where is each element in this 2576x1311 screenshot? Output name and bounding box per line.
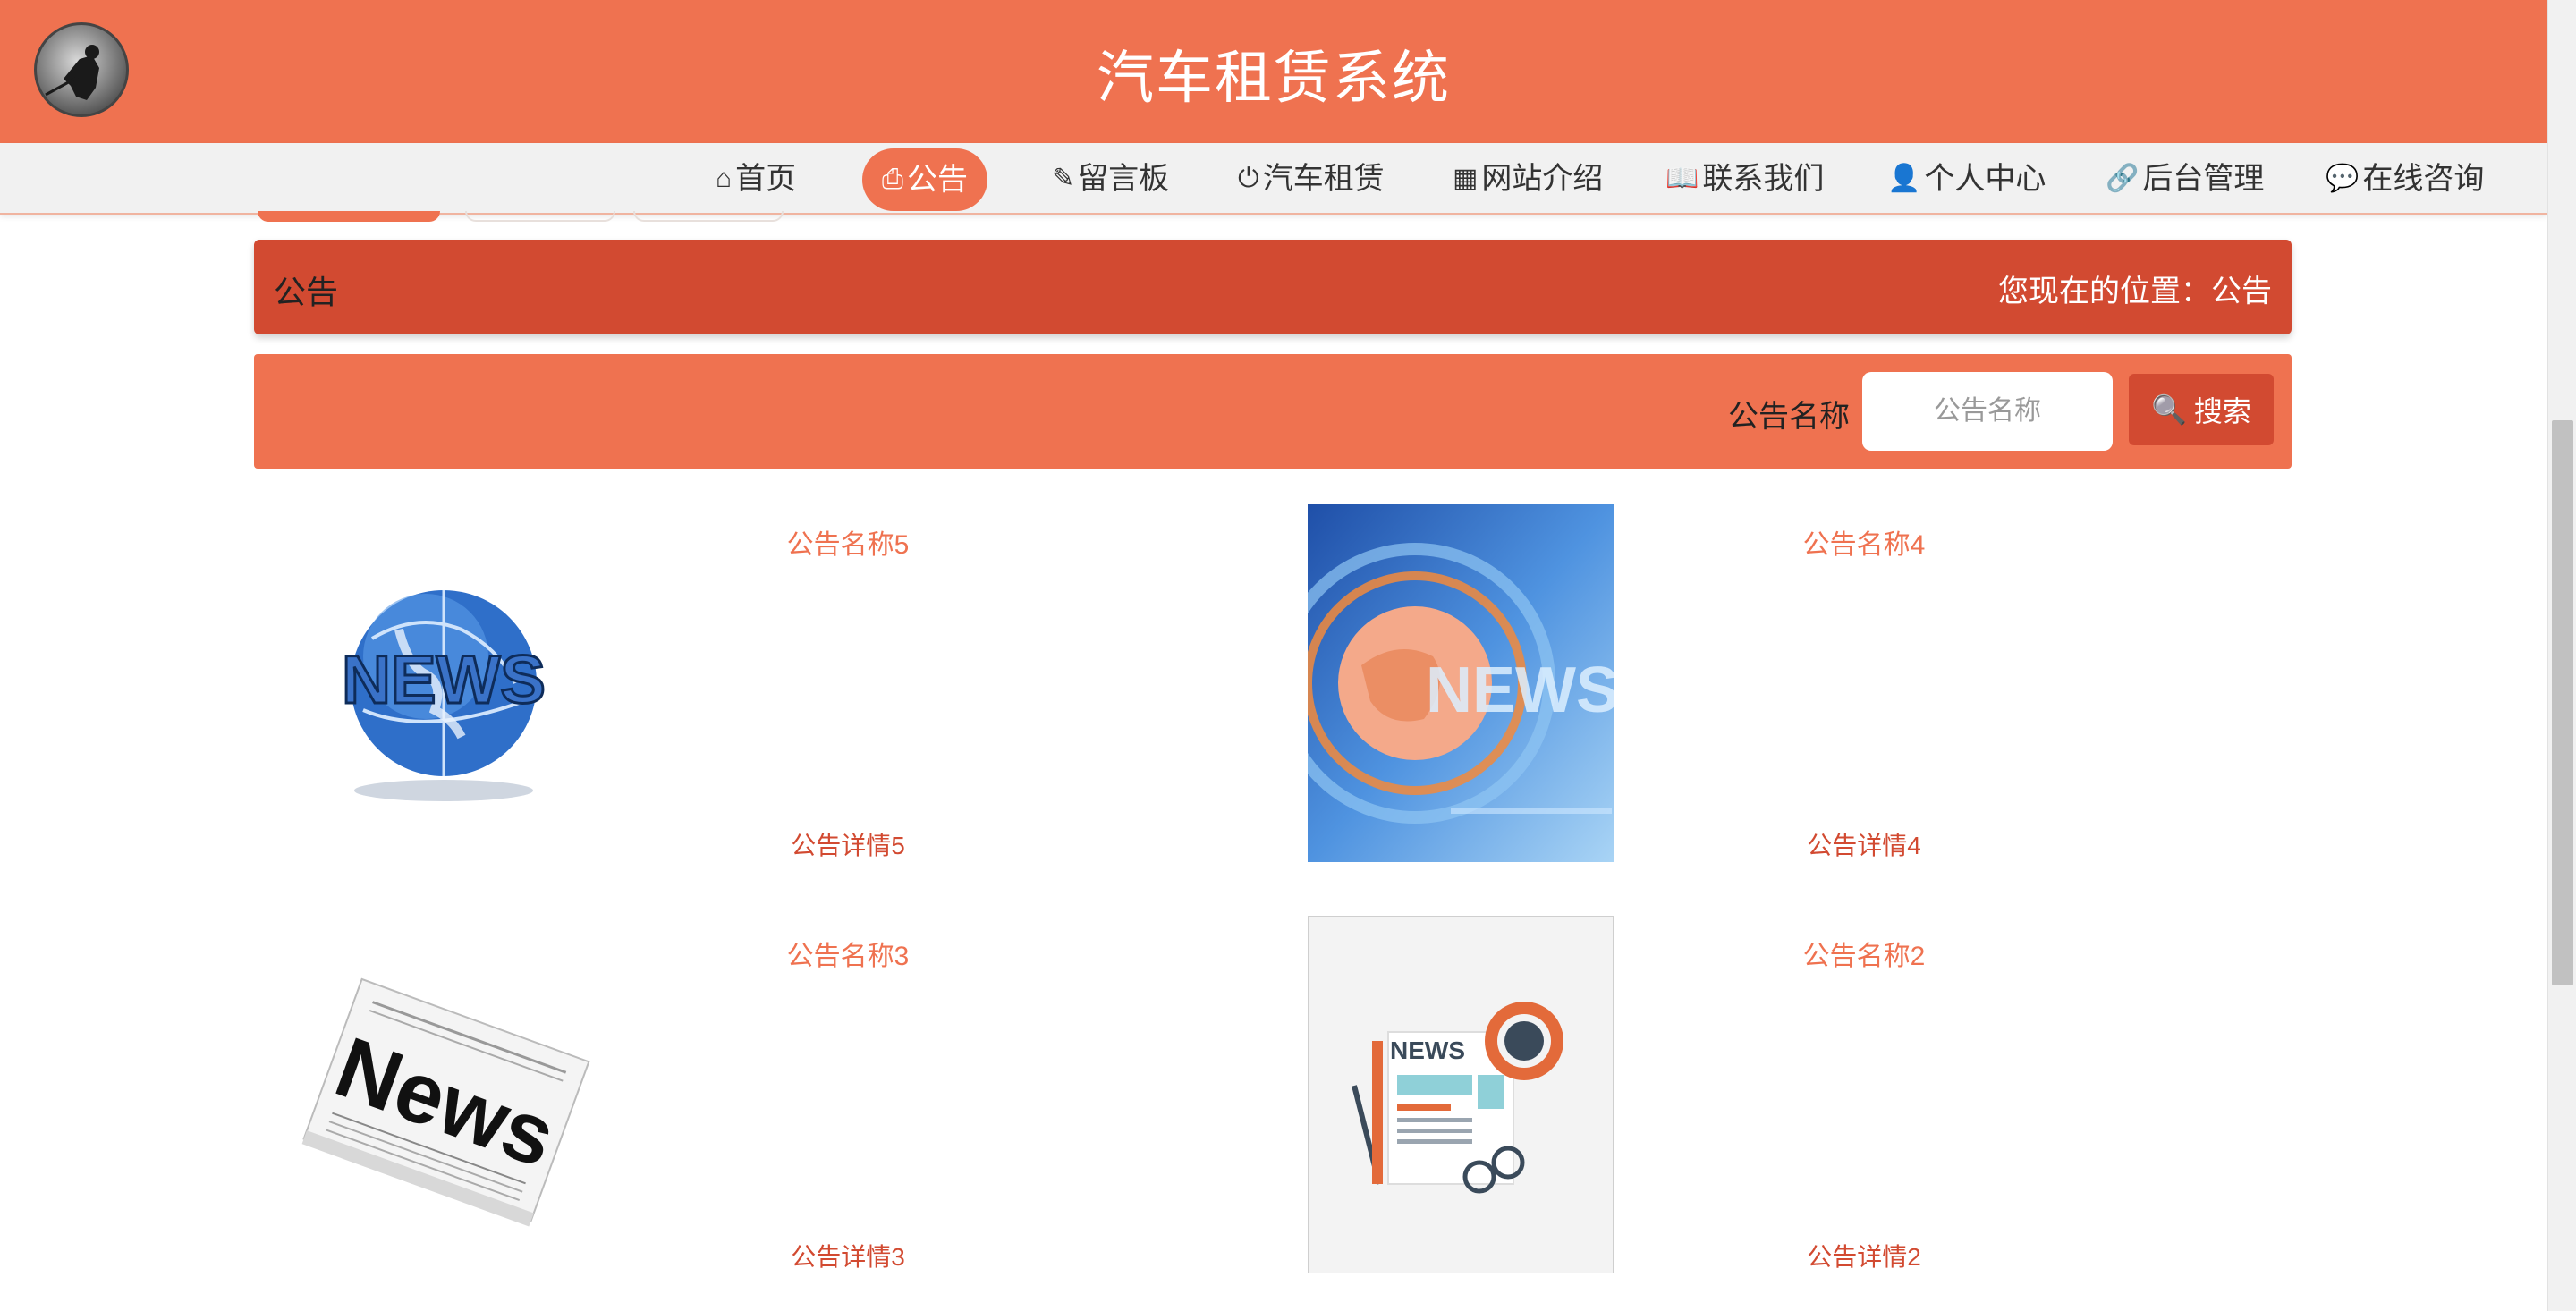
nav-item-label: 个人中心 bbox=[1924, 162, 2046, 196]
search-button-label: 搜索 bbox=[2193, 395, 2251, 427]
notice-thumbnail[interactable]: News bbox=[292, 916, 597, 1273]
tab-pill bbox=[258, 211, 440, 222]
site-title: 汽车租赁系统 bbox=[1097, 46, 1451, 110]
notice-name[interactable]: 公告名称2 bbox=[1614, 934, 2114, 973]
scroll-thumb[interactable] bbox=[2552, 420, 2573, 985]
notice-card[interactable]: NEWS 公告名称2 公告详情2 bbox=[1307, 915, 2327, 1274]
svg-text:NEWS: NEWS bbox=[1426, 655, 1614, 726]
notice-detail[interactable]: 公告详情3 bbox=[597, 1238, 1098, 1273]
grid-icon: ▦ bbox=[1453, 164, 1479, 193]
chat-icon: 💬 bbox=[2326, 164, 2360, 193]
search-input[interactable] bbox=[1862, 372, 2113, 451]
link-icon: 🔗 bbox=[2106, 164, 2140, 193]
notice-card[interactable]: NEWS 公告名称5 公告详情5 bbox=[292, 504, 1311, 862]
nav-item-car-rental[interactable]: ⏻ 汽车租赁 bbox=[1238, 143, 1385, 215]
power-icon: ⏻ bbox=[1238, 164, 1259, 193]
nav-item-label: 联系我们 bbox=[1702, 162, 1825, 196]
notice-name[interactable]: 公告名称4 bbox=[1614, 522, 2114, 562]
notice-name[interactable]: 公告名称5 bbox=[597, 522, 1098, 562]
notice-card[interactable]: News 公告名称3 公告详情3 bbox=[292, 916, 1311, 1273]
nav-item-label: 在线咨询 bbox=[2362, 162, 2485, 196]
nav-item-label: 留言板 bbox=[1078, 162, 1170, 196]
nav-item-message-board[interactable]: ✎ 留言板 bbox=[1052, 143, 1169, 215]
nav-item-online-consult[interactable]: 💬 在线咨询 bbox=[2326, 143, 2484, 215]
nav-item-admin[interactable]: 🔗 后台管理 bbox=[2106, 143, 2264, 215]
notice-thumbnail[interactable]: NEWS bbox=[292, 504, 597, 862]
home-icon: ⌂ bbox=[716, 164, 733, 193]
nav-item-personal-center[interactable]: 👤 个人中心 bbox=[1887, 143, 2046, 215]
page-scrollbar[interactable] bbox=[2547, 0, 2576, 1311]
tab-pill bbox=[465, 211, 615, 222]
notice-card[interactable]: NEWS 公告名称4 公告详情4 bbox=[1275, 504, 2327, 862]
notice-detail[interactable]: 公告详情4 bbox=[1614, 826, 2114, 862]
nav-item-label: 汽车租赁 bbox=[1262, 162, 1385, 196]
search-label: 公告名称 bbox=[1728, 400, 1850, 434]
search-button[interactable]: 🔍 搜索 bbox=[2129, 374, 2274, 445]
user-icon: 👤 bbox=[1887, 164, 1921, 193]
notice-thumbnail[interactable]: NEWS bbox=[1307, 915, 1614, 1274]
main-nav: ⌂ 首页 ⎙ 公告 ✎ 留言板 ⏻ 汽车租赁 ▦ 网站介绍 📖 联系我们 👤 个… bbox=[0, 143, 2547, 215]
notice-detail[interactable]: 公告详情5 bbox=[597, 826, 1098, 862]
edit-icon: ✎ bbox=[1052, 164, 1075, 193]
nav-item-label: 网站介绍 bbox=[1481, 162, 1604, 196]
nav-item-notice[interactable]: ⎙ 公告 bbox=[862, 148, 987, 211]
printer-icon: ⎙ bbox=[882, 165, 903, 194]
notice-thumbnail[interactable]: NEWS bbox=[1275, 504, 1619, 862]
nav-item-label: 公告 bbox=[907, 163, 968, 197]
nav-item-label: 首页 bbox=[735, 162, 797, 196]
svg-text:NEWS: NEWS bbox=[342, 642, 546, 718]
nav-item-label: 后台管理 bbox=[2142, 162, 2265, 196]
book-icon: 📖 bbox=[1665, 164, 1699, 193]
nav-item-contact[interactable]: 📖 联系我们 bbox=[1665, 143, 1824, 215]
search-icon: 🔍 bbox=[2151, 393, 2187, 426]
page-title: 公告 bbox=[274, 274, 339, 310]
search-bar: 公告名称 🔍 搜索 bbox=[254, 354, 2292, 469]
notice-name[interactable]: 公告名称3 bbox=[597, 934, 1098, 973]
tab-pill bbox=[633, 211, 784, 222]
site-header: 汽车租赁系统 bbox=[0, 0, 2547, 143]
svg-text:NEWS: NEWS bbox=[1390, 1036, 1465, 1064]
nav-item-site-intro[interactable]: ▦ 网站介绍 bbox=[1453, 143, 1603, 215]
breadcrumb: 公告 您现在的位置：公告 bbox=[254, 240, 2292, 334]
breadcrumb-location: 您现在的位置：公告 bbox=[1998, 275, 2272, 309]
notice-detail[interactable]: 公告详情2 bbox=[1614, 1238, 2114, 1273]
nav-item-home[interactable]: ⌂ 首页 bbox=[716, 143, 796, 215]
